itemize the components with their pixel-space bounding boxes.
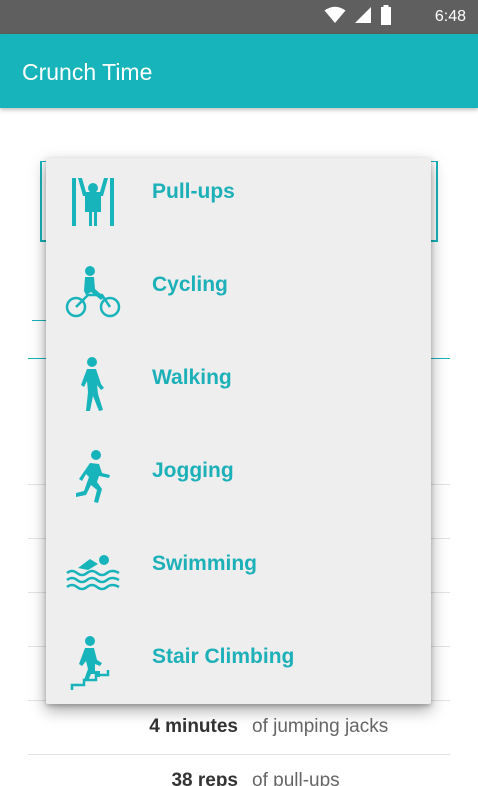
result-amount: 4 minutes bbox=[149, 716, 238, 737]
dropdown-item-label: Stair Climbing bbox=[152, 645, 295, 668]
result-exercise: of jumping jacks bbox=[252, 716, 389, 737]
result-row: 4 minutes of jumping jacks bbox=[28, 707, 450, 747]
result-amount: 38 reps bbox=[171, 770, 238, 786]
swimming-icon bbox=[64, 540, 122, 598]
status-bar: 6:48 bbox=[0, 0, 478, 34]
status-icons bbox=[324, 4, 392, 30]
cell-signal-icon bbox=[354, 6, 372, 29]
dropdown-item-cycling[interactable]: Cycling bbox=[46, 251, 431, 344]
select-box-top-right-edge bbox=[430, 161, 438, 162]
dropdown-item-swimming[interactable]: Swimming bbox=[46, 530, 431, 623]
cycling-icon bbox=[64, 261, 122, 319]
dropdown-item-pull-ups[interactable]: Pull-ups bbox=[46, 158, 431, 251]
stair-climbing-icon bbox=[64, 633, 122, 691]
dropdown-item-stair-climbing[interactable]: Stair Climbing bbox=[46, 623, 431, 704]
wifi-icon bbox=[324, 6, 346, 29]
screen: 6:48 Crunch Time ) 4 minutes of jumping … bbox=[0, 0, 478, 786]
app-bar: Crunch Time bbox=[0, 34, 478, 108]
pull-ups-icon bbox=[64, 168, 122, 226]
result-row: 38 reps of pull-ups bbox=[28, 761, 450, 786]
walking-icon bbox=[64, 354, 122, 412]
dropdown-item-jogging[interactable]: Jogging bbox=[46, 437, 431, 530]
exercise-dropdown-menu: Pull-ups Cycling Walking Jogging Swimmin… bbox=[46, 158, 431, 704]
app-title: Crunch Time bbox=[22, 59, 153, 85]
dropdown-item-label: Walking bbox=[152, 366, 232, 389]
dropdown-item-walking[interactable]: Walking bbox=[46, 344, 431, 437]
status-time: 6:48 bbox=[434, 8, 466, 25]
dropdown-item-label: Swimming bbox=[152, 552, 258, 575]
dropdown-item-label: Pull-ups bbox=[152, 180, 235, 203]
jogging-icon bbox=[64, 447, 122, 505]
battery-icon bbox=[380, 4, 392, 30]
list-divider bbox=[28, 754, 450, 755]
dropdown-item-label: Jogging bbox=[152, 459, 234, 482]
dropdown-item-label: Cycling bbox=[152, 273, 228, 296]
result-exercise: of pull-ups bbox=[252, 770, 340, 786]
